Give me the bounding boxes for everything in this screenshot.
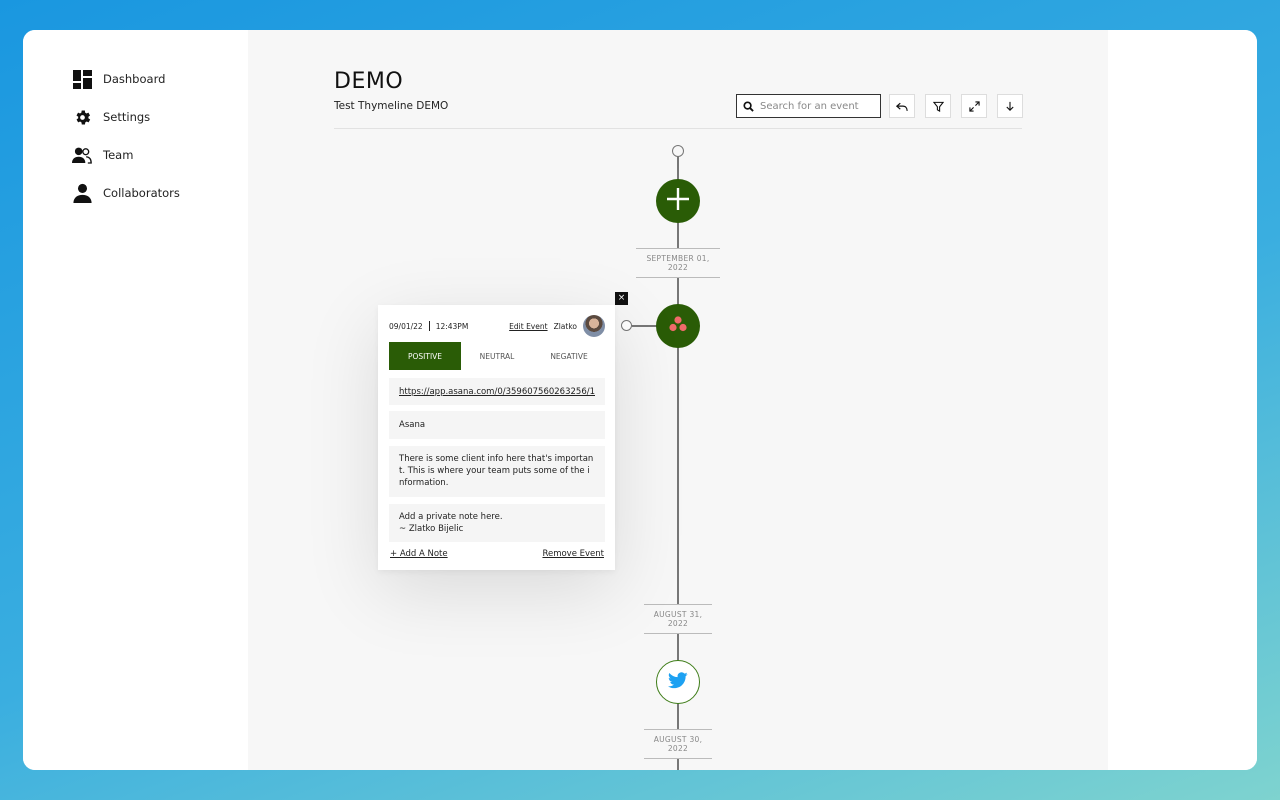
timeline-event-twitter[interactable]	[656, 660, 700, 704]
sentiment-neutral[interactable]: NEUTRAL	[461, 342, 533, 370]
gear-icon	[71, 106, 93, 128]
sentiment-positive[interactable]: POSITIVE	[389, 342, 461, 370]
sidebar-item-team[interactable]: Team	[71, 144, 133, 166]
timeline-panel: DEMO Test Thymeline DEMO Search for an e…	[248, 30, 1108, 770]
event-description-field[interactable]: There is some client info here that's im…	[389, 446, 605, 497]
sidebar-item-label: Dashboard	[103, 72, 166, 86]
search-icon	[743, 97, 754, 116]
avatar	[583, 315, 605, 337]
private-note-field[interactable]: Add a private note here. ~ Zlatko Bijeli…	[389, 504, 605, 542]
sentiment-negative[interactable]: NEGATIVE	[533, 342, 605, 370]
sidebar-item-label: Collaborators	[103, 186, 180, 200]
undo-button[interactable]	[889, 94, 915, 118]
dashboard-icon	[71, 68, 93, 90]
add-note-link[interactable]: + Add A Note	[390, 549, 448, 559]
page-subtitle: Test Thymeline DEMO	[334, 100, 449, 112]
search-input[interactable]	[760, 100, 870, 112]
event-connector	[632, 325, 658, 327]
twitter-icon	[668, 671, 688, 693]
undo-icon	[895, 97, 908, 116]
event-connector-dot	[621, 320, 632, 331]
sidebar: Dashboard Settings Team Collaborators	[23, 30, 248, 770]
download-button[interactable]	[997, 94, 1023, 118]
app-window: Dashboard Settings Team Collaborators DE…	[23, 30, 1257, 770]
event-meta: 09/01/22 12:43PM Edit Event Zlatko	[389, 315, 605, 337]
event-date: 09/01/22	[389, 321, 423, 331]
meta-separator	[428, 321, 430, 331]
search-box[interactable]	[736, 94, 881, 118]
sidebar-item-settings[interactable]: Settings	[71, 106, 150, 128]
timeline-event-asana[interactable]	[656, 304, 700, 348]
event-card: 09/01/22 12:43PM Edit Event Zlatko POSIT…	[378, 305, 615, 570]
filter-icon	[932, 97, 944, 116]
header-divider	[334, 128, 1022, 129]
right-margin	[1108, 30, 1257, 770]
team-icon	[71, 144, 93, 166]
date-label: AUGUST 30, 2022	[644, 729, 712, 759]
private-note-signature: ~ Zlatko Bijelic	[399, 524, 464, 534]
expand-button[interactable]	[961, 94, 987, 118]
timeline-start-dot	[672, 145, 684, 157]
sidebar-item-collaborators[interactable]: Collaborators	[71, 182, 180, 204]
event-time: 12:43PM	[435, 321, 469, 331]
remove-event-link[interactable]: Remove Event	[542, 549, 604, 559]
download-icon	[1005, 97, 1015, 116]
sidebar-item-dashboard[interactable]: Dashboard	[71, 68, 165, 90]
edit-event-link[interactable]: Edit Event	[509, 322, 547, 331]
card-footer: + Add A Note Remove Event	[390, 549, 604, 559]
date-label: SEPTEMBER 01, 2022	[636, 248, 720, 278]
close-card-button[interactable]: ×	[615, 292, 628, 305]
event-link-field[interactable]: https://app.asana.com/0/359607560263256/…	[389, 378, 605, 405]
event-author: Zlatko	[553, 321, 577, 331]
filter-button[interactable]	[925, 94, 951, 118]
add-event-button[interactable]	[656, 179, 700, 223]
sentiment-selector: POSITIVE NEUTRAL NEGATIVE	[389, 342, 605, 370]
date-label: AUGUST 31, 2022	[644, 604, 712, 634]
sidebar-item-label: Team	[103, 148, 134, 162]
event-source-field[interactable]: Asana	[389, 411, 605, 439]
asana-icon	[668, 315, 688, 337]
plus-icon	[665, 186, 691, 216]
expand-icon	[968, 97, 980, 116]
page-title: DEMO	[334, 69, 404, 94]
private-note-text: Add a private note here.	[399, 512, 503, 522]
person-icon	[71, 182, 93, 204]
sidebar-item-label: Settings	[103, 110, 151, 124]
